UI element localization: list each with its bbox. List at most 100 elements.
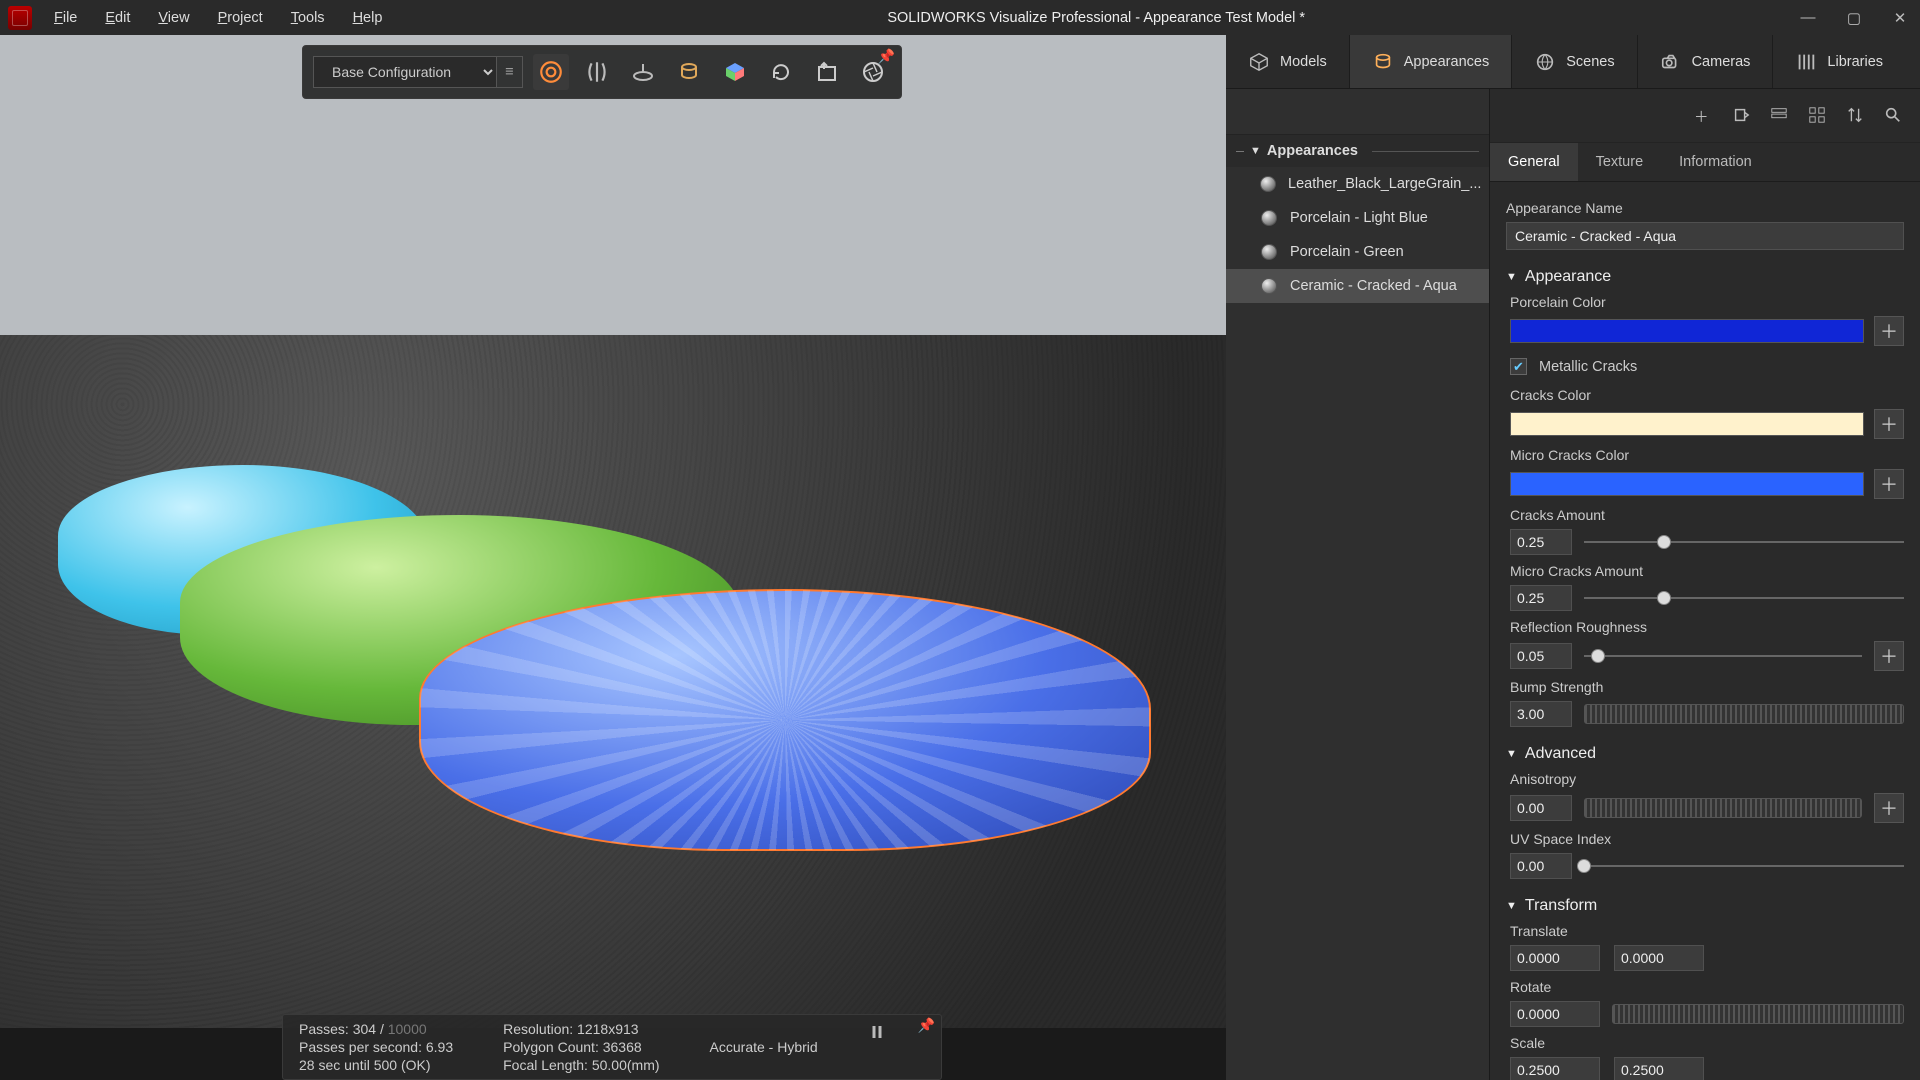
section-transform[interactable]: ▼Transform (1506, 897, 1904, 915)
section-advanced[interactable]: ▼Advanced (1506, 745, 1904, 763)
tab-libraries[interactable]: Libraries (1773, 35, 1905, 88)
tab-models-label: Models (1280, 54, 1327, 70)
translate-label: Translate (1510, 923, 1904, 939)
anisotropy-label: Anisotropy (1510, 771, 1904, 787)
menu-project[interactable]: Project (204, 10, 277, 26)
turntable-icon[interactable] (625, 54, 661, 90)
export-image-icon[interactable] (809, 54, 845, 90)
prop-tab-information[interactable]: Information (1661, 143, 1770, 181)
add-texture-button[interactable]: ＋ (1874, 409, 1904, 439)
focal-label: Focal Length: (503, 1057, 588, 1073)
title-bar: File Edit View Project Tools Help SOLIDW… (0, 0, 1920, 35)
cracks-amount-input[interactable] (1510, 529, 1572, 555)
appearance-item-label: Porcelain - Green (1290, 244, 1404, 260)
menu-edit[interactable]: Edit (91, 10, 144, 26)
menu-help[interactable]: Help (339, 10, 397, 26)
appearance-item-porcelain-blue[interactable]: Porcelain - Light Blue (1226, 201, 1489, 235)
appearance-item-porcelain-green[interactable]: Porcelain - Green (1226, 235, 1489, 269)
configuration-dropdown[interactable]: Base Configuration (313, 56, 497, 88)
bump-strength-input[interactable] (1510, 701, 1572, 727)
anisotropy-input[interactable] (1510, 795, 1572, 821)
tab-appearances[interactable]: Appearances (1350, 35, 1512, 88)
add-texture-button[interactable]: ＋ (1874, 641, 1904, 671)
object-ceramic-cracked-selected[interactable] (420, 590, 1150, 850)
metallic-cracks-checkbox[interactable]: ✔ (1510, 358, 1527, 375)
appearance-item-leather[interactable]: Leather_Black_LargeGrain_... (1226, 167, 1489, 201)
export-icon[interactable] (1732, 106, 1752, 126)
section-appearance[interactable]: ▼Appearance (1506, 268, 1904, 286)
reflection-roughness-input[interactable] (1510, 643, 1572, 669)
prop-tab-general[interactable]: General (1490, 143, 1578, 181)
tab-libraries-label: Libraries (1827, 54, 1883, 70)
scale-y-input[interactable] (1614, 1057, 1704, 1080)
mirror-icon[interactable] (579, 54, 615, 90)
uv-space-input[interactable] (1510, 853, 1572, 879)
rotate-wheel[interactable] (1612, 1004, 1904, 1024)
passes-current: 304 / (353, 1021, 384, 1037)
appearance-name-input[interactable] (1506, 222, 1904, 250)
appearance-name-label: Appearance Name (1506, 200, 1904, 216)
micro-cracks-color-swatch[interactable] (1510, 472, 1864, 496)
bump-strength-wheel[interactable] (1584, 704, 1904, 724)
add-texture-button[interactable]: ＋ (1874, 316, 1904, 346)
pin-icon[interactable]: 📌 (918, 1017, 935, 1034)
close-button[interactable]: ✕ (1888, 9, 1912, 27)
appearance-item-ceramic-cracked[interactable]: Ceramic - Cracked - Aqua (1226, 269, 1489, 303)
cracks-color-swatch[interactable] (1510, 412, 1864, 436)
add-texture-button[interactable]: ＋ (1874, 793, 1904, 823)
micro-cracks-amount-input[interactable] (1510, 585, 1572, 611)
tab-appearances-label: Appearances (1404, 54, 1489, 70)
tab-scenes[interactable]: Scenes (1512, 35, 1637, 88)
prop-tab-texture[interactable]: Texture (1578, 143, 1662, 181)
pps-value: 6.93 (426, 1039, 453, 1055)
rotate-input[interactable] (1510, 1001, 1600, 1027)
configuration-list-button[interactable]: ≡ (497, 56, 523, 88)
sort-icon[interactable] (1846, 106, 1866, 126)
tab-cameras[interactable]: Cameras (1638, 35, 1774, 88)
scale-x-input[interactable] (1510, 1057, 1600, 1080)
pause-icon[interactable] (868, 1023, 886, 1041)
window-title: SOLIDWORKS Visualize Professional - Appe… (396, 10, 1796, 26)
tab-models[interactable]: Models (1226, 35, 1350, 88)
tab-scenes-label: Scenes (1566, 54, 1614, 70)
menu-view[interactable]: View (144, 10, 203, 26)
reflection-roughness-slider[interactable] (1584, 646, 1862, 666)
passes-label: Passes: (299, 1021, 349, 1037)
porcelain-color-swatch[interactable] (1510, 319, 1864, 343)
tab-cameras-label: Cameras (1692, 54, 1751, 70)
add-texture-button[interactable]: ＋ (1874, 469, 1904, 499)
resolution-value: 1218x913 (577, 1021, 639, 1037)
uv-space-label: UV Space Index (1510, 831, 1904, 847)
add-icon[interactable]: ＋ (1694, 106, 1714, 126)
micro-cracks-amount-slider[interactable] (1584, 588, 1904, 608)
cracks-amount-label: Cracks Amount (1510, 507, 1904, 523)
menu-tools[interactable]: Tools (277, 10, 339, 26)
scale-label: Scale (1510, 1035, 1904, 1051)
maximize-button[interactable]: ▢ (1842, 9, 1866, 27)
translate-x-input[interactable] (1510, 945, 1600, 971)
translate-y-input[interactable] (1614, 945, 1704, 971)
render-viewport[interactable] (0, 35, 1226, 1028)
cylinder-gear-icon[interactable] (671, 54, 707, 90)
render-status-bar: 📌 Passes: 304 / 10000 Passes per second:… (282, 1014, 942, 1080)
uv-space-slider[interactable] (1584, 856, 1904, 876)
cracks-color-label: Cracks Color (1510, 387, 1904, 403)
refresh-icon[interactable] (763, 54, 799, 90)
viewport-toolbar: 📌 Base Configuration ≡ (302, 45, 902, 99)
cracks-amount-slider[interactable] (1584, 532, 1904, 552)
anisotropy-wheel[interactable] (1584, 798, 1862, 818)
app-logo-icon (8, 6, 32, 30)
eta-text: 28 sec until 500 (OK) (299, 1057, 453, 1073)
menu-file[interactable]: File (40, 10, 91, 26)
minimize-button[interactable]: — (1796, 9, 1820, 27)
list-view-icon[interactable] (1770, 106, 1790, 126)
bump-strength-label: Bump Strength (1510, 679, 1904, 695)
grid-view-icon[interactable] (1808, 106, 1828, 126)
appearances-tree-header[interactable]: ▼ Appearances (1226, 135, 1489, 167)
cube-color-icon[interactable] (717, 54, 753, 90)
micro-cracks-amount-label: Micro Cracks Amount (1510, 563, 1904, 579)
selection-mode-icon[interactable] (533, 54, 569, 90)
search-icon[interactable] (1884, 106, 1904, 126)
pin-icon[interactable]: 📌 (878, 48, 895, 65)
reflection-roughness-label: Reflection Roughness (1510, 619, 1904, 635)
